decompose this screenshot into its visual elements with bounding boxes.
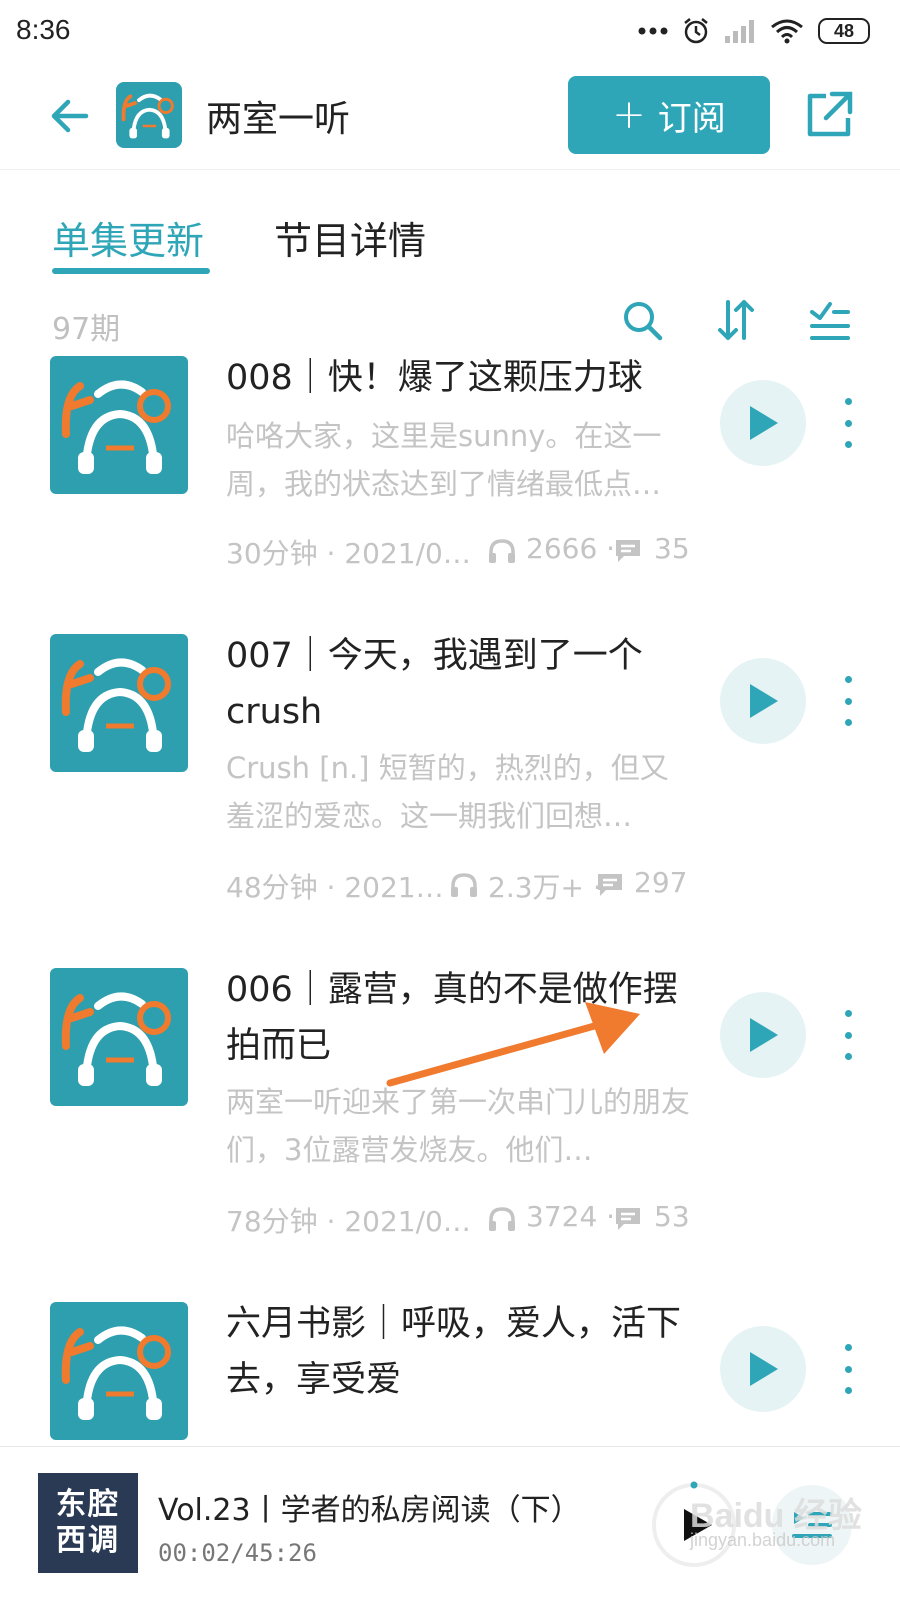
list-item[interactable]: 008｜快！爆了这颗压力球 哈咯大家，这里是sunny。在这一周，我的状态达到了…: [0, 356, 900, 634]
tab-episodes[interactable]: 单集更新: [52, 210, 204, 265]
battery-indicator: 48: [818, 18, 870, 44]
wifi-icon: [771, 19, 803, 44]
play-button[interactable]: [720, 380, 806, 466]
play-icon: [750, 684, 778, 718]
comment-icon: [616, 540, 640, 562]
search-icon[interactable]: [620, 298, 664, 342]
active-tab-indicator: [52, 268, 210, 274]
list-toolbar: 97期: [0, 296, 900, 356]
headphones-icon: [451, 873, 477, 897]
duration-date: 30分钟 · 2021/0…: [226, 537, 471, 570]
episode-cover: [50, 356, 188, 494]
play-icon: [750, 1018, 778, 1052]
now-playing-title: Vol.23丨学者的私房阅读（下）: [158, 1493, 581, 1528]
episode-meta: 48分钟 · 2021… 2.3万+ · 297: [226, 866, 706, 906]
watermark-url: jingyan.baidu.com: [690, 1530, 836, 1550]
play-icon: [750, 1352, 778, 1386]
comment-icon: [616, 1208, 640, 1230]
episode-cover: [50, 968, 188, 1106]
more-dots-icon: [638, 27, 668, 35]
page-title: 两室一听: [206, 99, 351, 140]
episode-cover: [50, 634, 188, 772]
play-count: 2.3万+ ·: [488, 871, 602, 904]
list-item[interactable]: 006｜露营，真的不是做作摆拍而已 两室一听迎来了第一次串门儿的朋友们，3位露营…: [0, 968, 900, 1302]
episode-title: 007｜今天，我遇到了一个crush: [226, 636, 643, 732]
episode-meta: 30分钟 · 2021/0… 2666 · 35: [226, 532, 706, 572]
comment-count: 53: [654, 1200, 690, 1233]
filter-list-icon[interactable]: [808, 298, 852, 342]
comment-count: 297: [634, 866, 688, 899]
subscribe-label: 订阅: [657, 98, 726, 139]
back-arrow-icon[interactable]: [44, 90, 96, 142]
episode-title: 六月书影｜呼吸，爱人，活下去，享受爱: [226, 1304, 682, 1400]
status-icons: 48: [638, 14, 870, 48]
status-bar: 8:36 48: [0, 0, 900, 62]
episode-cover: [50, 1302, 188, 1440]
comment-count: 35: [654, 532, 690, 565]
episode-description: 哈咯大家，这里是sunny。在这一周，我的状态达到了情绪最低点…: [226, 419, 662, 501]
play-icon: [750, 406, 778, 440]
headphones-icon: [489, 1207, 515, 1231]
episode-meta: 78分钟 · 2021/0… 3724 · 53: [226, 1200, 706, 1240]
play-count: 3724 ·: [526, 1200, 616, 1233]
subscribe-button[interactable]: + 订阅: [568, 76, 770, 154]
list-item[interactable]: 007｜今天，我遇到了一个crush Crush [n.] 短暂的，热烈的，但又…: [0, 634, 900, 968]
more-vertical-icon[interactable]: [838, 1010, 858, 1060]
app-header: 两室一听 + 订阅: [0, 62, 900, 170]
album-cover: 东腔 西调: [38, 1473, 138, 1573]
episode-title: 006｜露营，真的不是做作摆拍而已: [226, 970, 678, 1066]
episode-count: 97期: [52, 312, 121, 347]
playback-time: 00:02/45:26: [158, 1539, 317, 1567]
episode-title: 008｜快！爆了这颗压力球: [226, 358, 643, 398]
alarm-icon: [684, 18, 708, 44]
play-button[interactable]: [720, 992, 806, 1078]
share-icon[interactable]: [802, 88, 856, 142]
episode-list: 008｜快！爆了这颗压力球 哈咯大家，这里是sunny。在这一周，我的状态达到了…: [0, 356, 900, 1446]
play-button[interactable]: [720, 1326, 806, 1412]
play-button[interactable]: [720, 658, 806, 744]
more-vertical-icon[interactable]: [838, 676, 858, 726]
comment-icon: [598, 874, 622, 896]
signal-icon: [725, 20, 754, 43]
status-time: 8:36: [16, 14, 71, 45]
album-text-line1: 东腔: [56, 1487, 120, 1522]
sort-icon[interactable]: [714, 298, 758, 342]
tab-details[interactable]: 节目详情: [274, 210, 426, 265]
play-count: 2666 ·: [526, 532, 616, 565]
duration-date: 78分钟 · 2021/0…: [226, 1205, 471, 1238]
headphones-icon: [489, 539, 515, 563]
more-vertical-icon[interactable]: [838, 398, 858, 448]
episode-description: 两室一听迎来了第一次串门儿的朋友们，3位露营发烧友。他们…: [226, 1085, 691, 1167]
album-text-line2: 西调: [56, 1523, 120, 1558]
episode-description: Crush [n.] 短暂的，热烈的，但又羞涩的爱恋。这一期我们回想…: [226, 751, 669, 833]
more-vertical-icon[interactable]: [838, 1344, 858, 1394]
duration-date: 48分钟 · 2021…: [226, 871, 444, 904]
list-item[interactable]: 六月书影｜呼吸，爱人，活下去，享受爱: [0, 1302, 900, 1446]
tab-bar: 单集更新 节目详情: [0, 170, 900, 280]
plus-icon: +: [612, 92, 646, 138]
podcast-logo: [116, 82, 182, 148]
